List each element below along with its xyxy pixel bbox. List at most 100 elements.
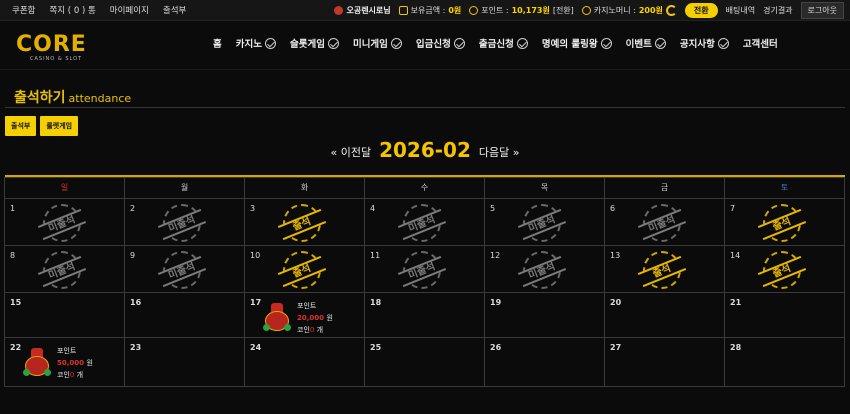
title-divider (5, 107, 845, 108)
stamp-label: 출석 (757, 208, 807, 241)
page-subtitle: attendance (68, 92, 132, 105)
coin-count: 0 (69, 371, 75, 379)
nav-support-label: 고객센터 (742, 39, 778, 50)
coin-label: 코인 (57, 371, 70, 379)
day-number: 7 (730, 204, 736, 213)
page-title: 출석하기 attendance (14, 87, 131, 107)
day-number: 15 (10, 298, 22, 307)
stamp-label: 미출석 (517, 208, 567, 241)
nav-support[interactable]: 고객센터 (743, 36, 778, 50)
nav-deposit-label: 입금신청 (415, 39, 451, 50)
logout-button[interactable]: 로그아웃 (800, 2, 844, 19)
bet-history-link[interactable]: 배팅내역 (726, 5, 755, 16)
calendar-day-cell: 7 출석 (724, 198, 845, 246)
calendar-day-cell: 19 (484, 292, 605, 338)
calendar-day-cell: 23 (124, 337, 245, 387)
attendance-tab-button[interactable]: 출석부 (5, 116, 37, 136)
nav-slot[interactable]: 슬롯게임 (290, 36, 339, 50)
day-number: 25 (370, 343, 382, 352)
stamp-label: 미출석 (397, 208, 447, 241)
attended-stamp: 출석 (757, 251, 807, 289)
nav-notice[interactable]: 공지사항 (680, 36, 729, 50)
month-navigation: « 이전달 2026-02 다음달 » (0, 138, 850, 162)
coin-icon (263, 324, 270, 331)
user-info[interactable]: 오공렌시로님 (334, 5, 391, 16)
check-circle-icon (264, 37, 276, 49)
calendar-day-cell: 24 (244, 337, 365, 387)
calendar-day-cell: 6 미출석 (604, 198, 725, 246)
prev-month-link[interactable]: « 이전달 (331, 144, 372, 160)
nav-slot-label: 슬롯게임 (289, 39, 325, 50)
calendar-day-cell: 14 출석 (724, 245, 845, 293)
day-number: 18 (370, 298, 382, 307)
mypage-link[interactable]: 마이페이지 (110, 4, 149, 16)
point-icon (469, 6, 479, 15)
nav-casino[interactable]: 카지노 (236, 36, 276, 50)
convert-button[interactable]: 전환 (684, 3, 718, 18)
calendar-day-cell: 26 (484, 337, 605, 387)
day-number: 16 (130, 298, 142, 307)
balance-value: 0원 (448, 6, 462, 15)
calendar-day-cell: 1 미출석 (4, 198, 125, 246)
nav-notice-label: 공지사항 (679, 39, 715, 50)
point-convert-link[interactable]: [전환] (553, 5, 574, 16)
day-number: 1 (10, 204, 16, 213)
game-results-link[interactable]: 경기결과 (763, 5, 792, 16)
day-number: 10 (250, 251, 261, 260)
refresh-icon[interactable] (665, 5, 677, 16)
day-number: 27 (610, 343, 622, 352)
wallet-icon (398, 6, 408, 15)
day-number: 24 (250, 343, 262, 352)
coin-count: 0 (309, 326, 315, 334)
calendar-week: 15 16 17 포인트 20,000 원 코인0 개 18 19 20 21 (4, 292, 845, 338)
weekday-header: 일 월 화 수 목 금 토 (4, 177, 845, 199)
nav-withdraw[interactable]: 출금신청 (479, 36, 528, 50)
calendar-day-cell: 16 (124, 292, 245, 338)
day-number: 11 (370, 251, 381, 260)
day-number: 19 (490, 298, 502, 307)
coin-icon (44, 369, 51, 376)
check-circle-icon (327, 37, 339, 49)
attendance-link[interactable]: 출석부 (163, 4, 186, 16)
day-number: 2 (130, 204, 136, 213)
absent-stamp: 미출석 (517, 204, 567, 242)
weekday-mon: 월 (124, 177, 245, 199)
nav-event[interactable]: 이벤트 (626, 36, 666, 50)
logo-word: CORE (16, 32, 87, 57)
weekday-sat: 토 (724, 177, 845, 199)
nav-minigame[interactable]: 미니게임 (353, 36, 402, 50)
day-number: 23 (130, 343, 142, 352)
logo[interactable]: CORE CASINO & SLOT (16, 32, 92, 62)
calendar-day-cell: 2 미출석 (124, 198, 245, 246)
attended-stamp: 출석 (637, 251, 687, 289)
calendar-day-cell: 22 포인트 50,000 원 코인0 개 (4, 337, 125, 387)
stamp-label: 출석 (277, 255, 327, 288)
absent-stamp: 미출석 (157, 251, 207, 289)
stamp-label: 출석 (757, 255, 807, 288)
coupon-link[interactable]: 쿠폰함 (12, 4, 35, 16)
nav-deposit[interactable]: 입금신청 (416, 36, 465, 50)
point-value: 10,173원 (511, 6, 550, 15)
stamp-label: 출석 (277, 208, 327, 241)
day-number: 5 (490, 204, 496, 213)
check-circle-icon (654, 37, 666, 49)
next-month-link[interactable]: 다음달 » (479, 144, 520, 160)
attended-stamp: 출석 (757, 204, 807, 242)
nav-hall-of-fame[interactable]: 명예의 룰링왕 (542, 36, 612, 50)
day-number: 13 (610, 251, 621, 260)
point-info[interactable]: 포인트 : 10,173원 [전환] (469, 5, 574, 16)
day-number: 14 (730, 251, 741, 260)
absent-stamp: 미출석 (397, 251, 447, 289)
reward-coin-row: 코인0 개 (57, 370, 83, 380)
stamp-label: 미출석 (517, 255, 567, 288)
messages-link[interactable]: 쪽지 ( 0 ) 통 (49, 4, 95, 16)
coin-icon (284, 324, 291, 331)
logo-subtitle: CASINO & SLOT (30, 56, 83, 62)
calendar-day-cell: 18 (364, 292, 485, 338)
reward-label: 포인트 (297, 302, 317, 310)
day-number: 21 (730, 298, 742, 307)
nav-home[interactable]: 홈 (213, 36, 222, 50)
stamp-label: 미출석 (637, 208, 687, 241)
absent-stamp: 미출석 (397, 204, 447, 242)
roulette-tab-button[interactable]: 룰렛게임 (40, 116, 79, 136)
